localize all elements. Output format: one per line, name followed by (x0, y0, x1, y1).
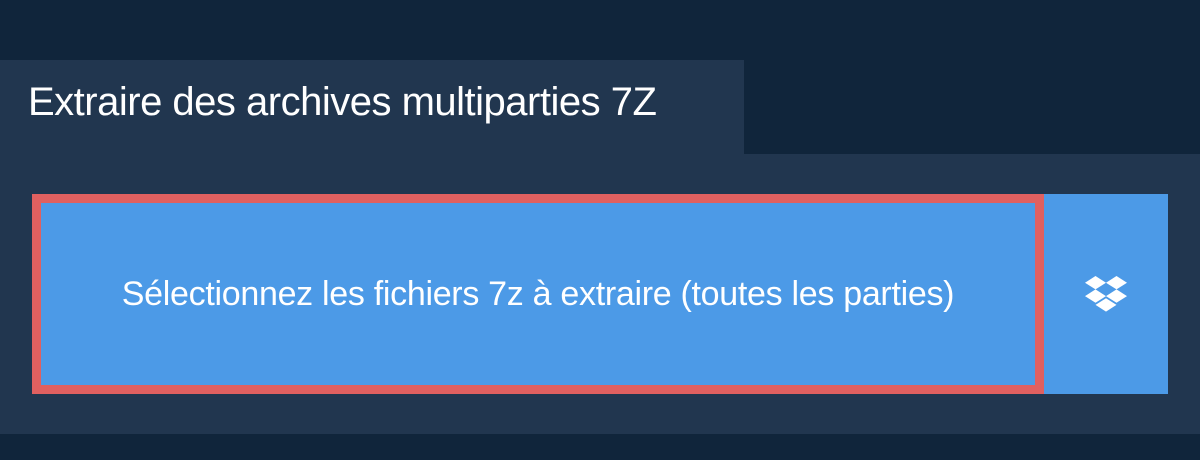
page: Extraire des archives multiparties 7Z Sé… (0, 0, 1200, 460)
select-files-label: Sélectionnez les fichiers 7z à extraire … (121, 275, 955, 313)
select-files-button[interactable]: Sélectionnez les fichiers 7z à extraire … (32, 194, 1044, 394)
page-title: Extraire des archives multiparties 7Z (28, 80, 657, 124)
dropbox-icon (1085, 276, 1127, 312)
dropbox-button[interactable] (1044, 194, 1168, 394)
